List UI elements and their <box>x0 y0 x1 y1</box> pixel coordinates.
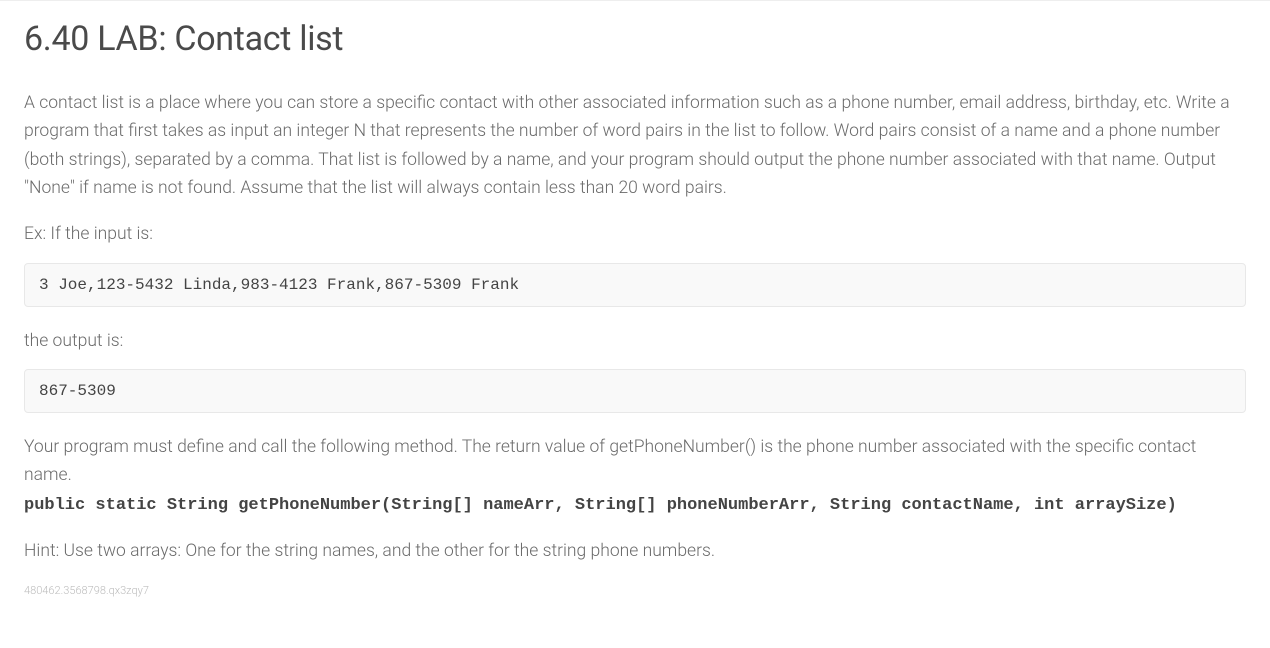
example-output-code: 867-5309 <box>24 369 1246 413</box>
hint-text: Hint: Use two arrays: One for the string… <box>24 537 1246 565</box>
page-title: 6.40 LAB: Contact list <box>24 19 1246 59</box>
method-intro-text: Your program must define and call the fo… <box>24 437 1196 485</box>
lab-description: A contact list is a place where you can … <box>24 89 1246 202</box>
top-divider <box>0 0 1270 1</box>
method-requirement: Your program must define and call the fo… <box>24 433 1246 519</box>
example-output-label: the output is: <box>24 327 1246 355</box>
footer-activity-id: 480462.3568798.qx3zqy7 <box>24 584 1246 597</box>
lab-content: 6.40 LAB: Contact list A contact list is… <box>0 19 1270 621</box>
example-input-label: Ex: If the input is: <box>24 220 1246 248</box>
example-input-code: 3 Joe,123-5432 Linda,983-4123 Frank,867-… <box>24 263 1246 307</box>
method-signature: public static String getPhoneNumber(Stri… <box>24 496 1177 515</box>
